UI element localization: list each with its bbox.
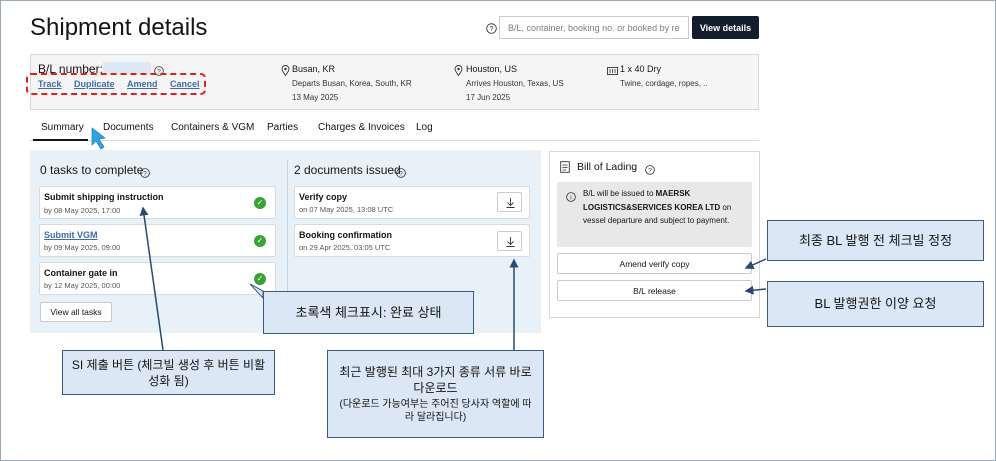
callout-amend: 최종 BL 발행 전 체크빌 정정	[767, 220, 984, 261]
callout-documents: 최근 발행된 최대 3가지 종류 서류 바로 다운로드 (다운로드 가능여부는 …	[327, 350, 544, 438]
callout-release: BL 발행권한 이양 요청	[767, 281, 984, 327]
callout-checkmark: 초록색 체크표시: 완료 상태	[263, 291, 474, 334]
callout-documents-note: (다운로드 가능여부는 주어진 당사자 역할에 따라 달라집니다)	[339, 399, 532, 423]
cursor-pointer-icon	[91, 127, 106, 150]
callout-si: SI 제출 버튼 (체크빌 생성 후 버튼 비활성화 됨)	[62, 350, 275, 395]
callout-documents-main: 최근 발행된 최대 3가지 종류 서류 바로 다운로드	[339, 365, 532, 395]
